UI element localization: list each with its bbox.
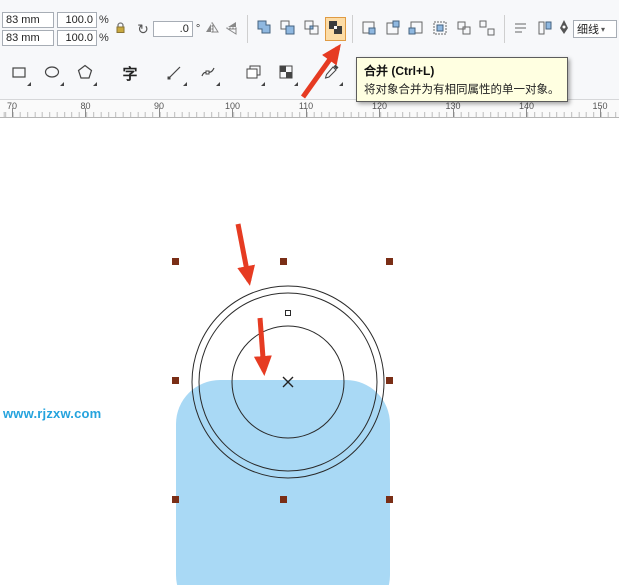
separator: [503, 15, 505, 43]
weld-icon: [257, 20, 272, 38]
ruler-major-tick: [12, 108, 13, 117]
object-width-field[interactable]: [2, 12, 54, 28]
rotation-angle-field[interactable]: [152, 21, 193, 37]
tooltip-description: 将对象合并为有相同属性的单一对象。: [364, 84, 560, 96]
create-boundary-icon: [432, 20, 448, 39]
percent-label: %: [99, 32, 109, 44]
text-tool-icon: 字: [122, 66, 138, 83]
coreldraw-window: % % ↻ °: [0, 0, 619, 585]
simplify-button[interactable]: [358, 17, 379, 41]
freehand-tool[interactable]: [161, 60, 189, 88]
back-minus-front-button[interactable]: [406, 17, 427, 41]
outline-width-select[interactable]: 细线 ▾: [573, 20, 618, 38]
drawing-canvas[interactable]: [0, 119, 619, 585]
trim-button[interactable]: [277, 17, 298, 41]
chevron-down-icon: ▾: [601, 24, 606, 34]
group-icon: [456, 20, 472, 39]
padlock-icon: [115, 21, 126, 37]
align-icon: [537, 20, 553, 39]
weld-button[interactable]: [254, 17, 275, 41]
outline-width-value: 细线: [577, 24, 600, 36]
property-bar: % % ↻ °: [0, 0, 619, 48]
combine-button[interactable]: [324, 17, 346, 41]
tooltip: 合并 (Ctrl+L) 将对象合并为有相同属性的单一对象。: [356, 57, 568, 102]
percent-label: %: [99, 14, 109, 26]
rounded-square-shape[interactable]: [176, 380, 390, 585]
ruler-major-tick: [232, 108, 233, 117]
scale-fields: % %: [57, 12, 109, 46]
ruler-major-tick: [85, 108, 86, 117]
ruler-major-tick: [453, 108, 454, 117]
tooltip-title: 合并 (Ctrl+L): [364, 64, 435, 78]
ellipse-tool[interactable]: [38, 60, 66, 88]
bezier-curve-icon: [199, 63, 217, 84]
scale-horizontal-field[interactable]: [57, 12, 97, 28]
create-boundary-button[interactable]: [430, 17, 451, 41]
align-button[interactable]: [534, 17, 555, 41]
outline-pen-icon: [558, 19, 570, 40]
trim-icon: [280, 20, 295, 38]
watermark: www.rjzxw.com: [3, 406, 102, 421]
degree-symbol: °: [195, 23, 201, 35]
text-tool[interactable]: 字: [116, 60, 144, 88]
eyedropper-icon: [322, 63, 340, 84]
ungroup-button[interactable]: [477, 17, 498, 41]
combine-icon: [328, 20, 343, 38]
outline-controls: 细线 ▾: [558, 19, 618, 40]
ruler-major-tick: [379, 108, 380, 117]
mirror-horizontal-icon: [205, 21, 219, 37]
checkerboard-icon: [277, 63, 295, 84]
ruler-major-tick: [159, 108, 160, 117]
group-button[interactable]: [453, 17, 474, 41]
order-icon: [513, 20, 528, 38]
ungroup-icon: [479, 20, 495, 39]
intersect-icon: [304, 20, 319, 38]
contour-tool[interactable]: [239, 60, 267, 88]
polygon-icon: [76, 63, 94, 84]
ellipse-icon: [43, 63, 61, 84]
freehand-line-icon: [166, 63, 184, 84]
lock-ratio-button[interactable]: [112, 17, 129, 41]
simplify-icon: [361, 20, 377, 39]
polygon-tool[interactable]: [71, 60, 99, 88]
horizontal-ruler[interactable]: 70 80 90 100 110 120 130 140 150: [0, 100, 619, 118]
object-size-fields: [2, 12, 54, 46]
mirror-vertical-button[interactable]: [224, 17, 241, 41]
ruler-major-tick: [526, 108, 527, 117]
mirror-vertical-icon: [226, 21, 239, 38]
order-button[interactable]: [511, 17, 532, 41]
intersect-button[interactable]: [301, 17, 322, 41]
eyedropper-tool[interactable]: [317, 60, 345, 88]
mirror-horizontal-button[interactable]: [203, 17, 220, 41]
nested-rectangles-icon: [244, 63, 262, 84]
scale-vertical-field[interactable]: [57, 30, 97, 46]
ruler-major-tick: [306, 108, 307, 117]
rotation-icon: ↻: [137, 20, 149, 37]
back-minus-front-icon: [408, 20, 424, 39]
rectangle-icon: [10, 63, 28, 84]
bezier-tool[interactable]: [194, 60, 222, 88]
separator: [246, 15, 248, 43]
object-height-field[interactable]: [2, 30, 54, 46]
rectangle-tool[interactable]: [5, 60, 33, 88]
front-minus-back-icon: [385, 20, 401, 39]
pattern-fill-tool[interactable]: [272, 60, 300, 88]
front-minus-back-button[interactable]: [382, 17, 403, 41]
separator: [351, 15, 353, 43]
ruler-major-tick: [600, 108, 601, 117]
